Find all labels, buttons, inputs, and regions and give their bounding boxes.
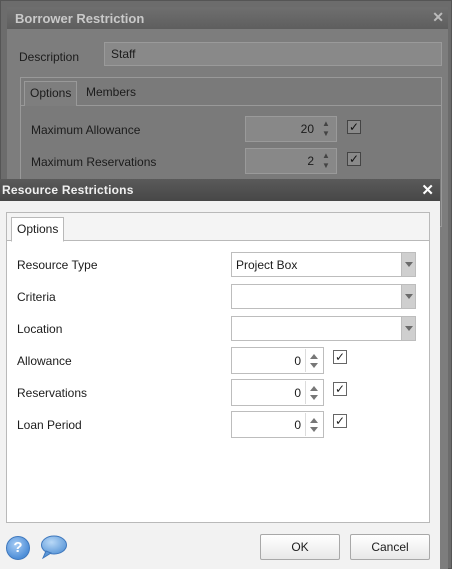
chevron-up-icon[interactable] xyxy=(310,418,318,423)
allowance-stepper[interactable]: 0 xyxy=(231,347,324,374)
ok-button[interactable]: OK xyxy=(260,534,340,560)
borrower-restriction-title: Borrower Restriction xyxy=(15,11,145,26)
reservations-value: 0 xyxy=(294,386,301,400)
close-icon[interactable]: ✕ xyxy=(421,181,434,199)
maximum-reservations-checkbox: ✓ xyxy=(347,152,361,166)
maximum-allowance-label: Maximum Allowance xyxy=(31,123,141,137)
reservations-stepper[interactable]: 0 xyxy=(231,379,324,406)
chevron-down-icon[interactable] xyxy=(401,317,415,340)
maximum-allowance-field: 20 ▲ ▼ xyxy=(245,116,337,142)
allowance-value: 0 xyxy=(294,354,301,368)
chevron-down-icon[interactable] xyxy=(310,395,318,400)
maximum-reservations-field: 2 ▲ ▼ xyxy=(245,148,337,174)
dialog-title: Resource Restrictions xyxy=(2,183,134,197)
close-icon: ✕ xyxy=(432,9,444,25)
chevron-down-icon[interactable] xyxy=(401,285,415,308)
borrower-restriction-titlebar: Borrower Restriction ✕ xyxy=(7,7,448,29)
allowance-checkbox[interactable]: ✓ xyxy=(333,350,347,364)
borrower-tab-bar: Options Members xyxy=(21,78,441,106)
chevron-up-icon[interactable] xyxy=(310,354,318,359)
cancel-button[interactable]: Cancel xyxy=(350,534,430,560)
reservations-checkbox[interactable]: ✓ xyxy=(333,382,347,396)
resource-type-label: Resource Type xyxy=(17,258,98,272)
help-icon[interactable]: ? xyxy=(6,536,30,560)
stepper-arrows xyxy=(305,349,322,372)
tab-options[interactable]: Options xyxy=(11,217,65,242)
description-field: Staff xyxy=(104,42,442,66)
allowance-label: Allowance xyxy=(17,354,72,368)
maximum-reservations-label: Maximum Reservations xyxy=(31,155,157,169)
loan-period-checkbox[interactable]: ✓ xyxy=(333,414,347,428)
description-label: Description xyxy=(19,50,80,64)
reservations-label: Reservations xyxy=(17,386,88,400)
stepper-arrows xyxy=(305,413,322,436)
stepper-arrows-icon: ▲ ▼ xyxy=(322,119,330,138)
chevron-down-icon[interactable] xyxy=(401,253,415,276)
loan-period-stepper[interactable]: 0 xyxy=(231,411,324,438)
options-tab-panel: Options Resource Type Project Box Criter… xyxy=(6,212,430,523)
maximum-reservations-value: 2 xyxy=(307,154,314,168)
chevron-down-icon[interactable] xyxy=(310,427,318,432)
tab-members: Members xyxy=(86,85,137,99)
resource-type-select[interactable]: Project Box xyxy=(231,252,416,277)
location-select[interactable] xyxy=(231,316,416,341)
resource-restrictions-titlebar[interactable]: Resource Restrictions ✕ xyxy=(0,179,440,201)
stepper-arrows-icon: ▲ ▼ xyxy=(322,151,330,170)
criteria-select[interactable] xyxy=(231,284,416,309)
tab-options: Options xyxy=(24,81,78,106)
loan-period-value: 0 xyxy=(294,418,301,432)
loan-period-label: Loan Period xyxy=(17,418,82,432)
chevron-down-icon[interactable] xyxy=(310,363,318,368)
resource-type-value: Project Box xyxy=(236,258,298,272)
chevron-up-icon[interactable] xyxy=(310,386,318,391)
resource-restrictions-dialog: Resource Restrictions ✕ Options Resource… xyxy=(0,179,440,569)
maximum-allowance-value: 20 xyxy=(300,122,314,136)
criteria-label: Criteria xyxy=(17,290,56,304)
chat-bubble-icon[interactable] xyxy=(40,535,68,559)
stepper-arrows xyxy=(305,381,322,404)
location-label: Location xyxy=(17,322,63,336)
tab-bar: Options xyxy=(7,213,429,242)
maximum-allowance-checkbox: ✓ xyxy=(347,120,361,134)
